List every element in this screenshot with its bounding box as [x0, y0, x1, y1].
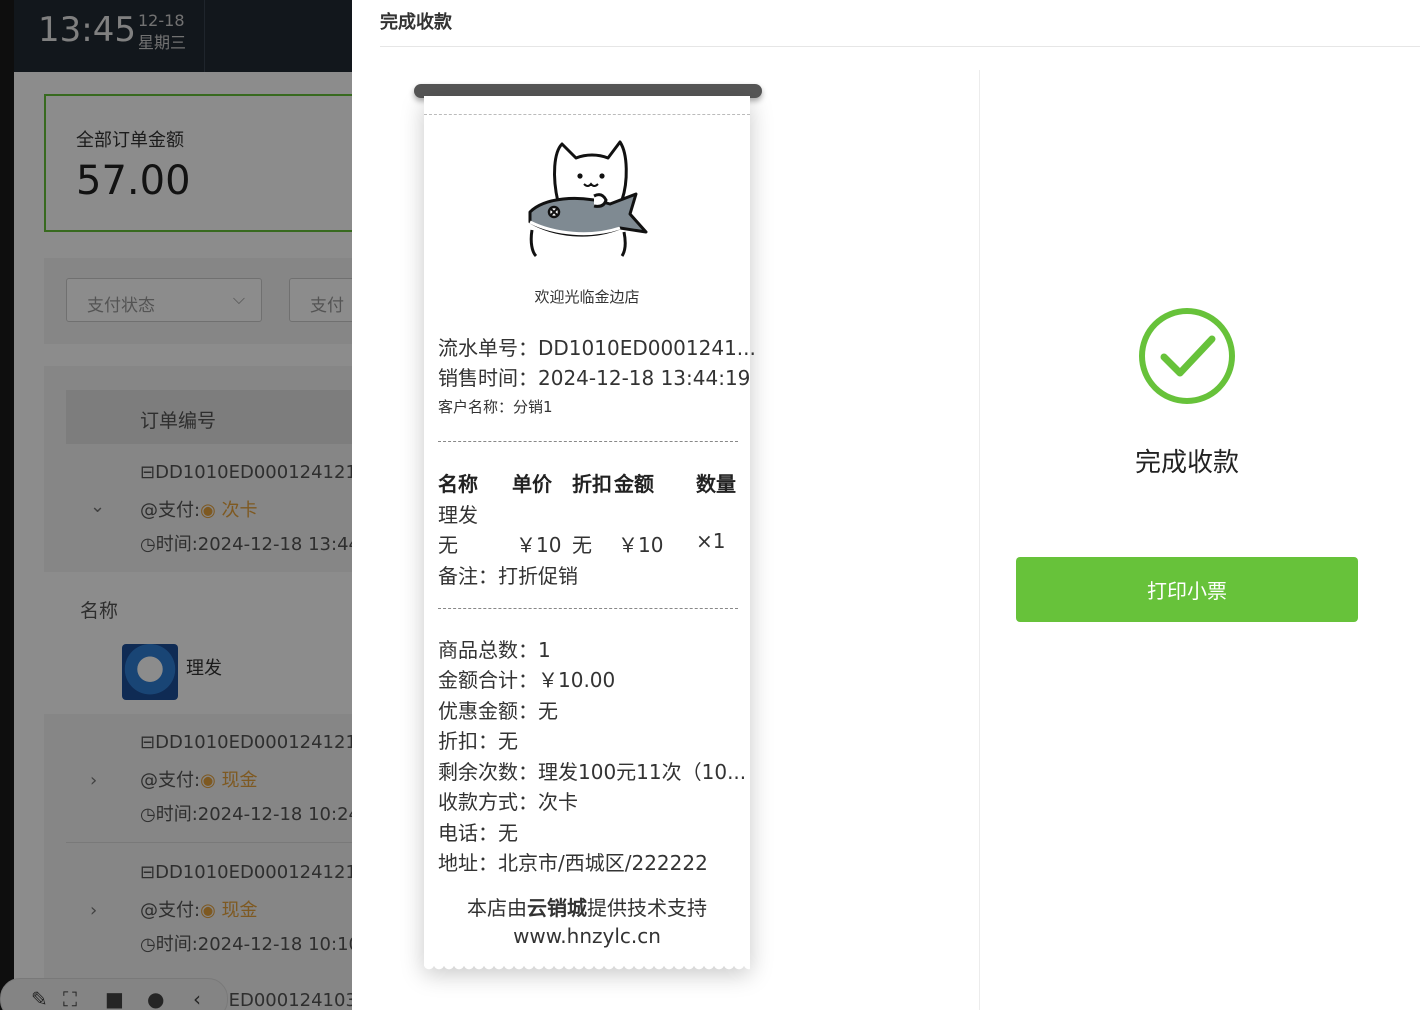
- col-qty-header: 数量: [696, 472, 736, 496]
- summary-discount-amount: 优惠金额：无: [438, 699, 558, 723]
- footer-suffix: 提供技术支持: [587, 896, 707, 920]
- receipt-welcome: 欢迎光临金边店: [534, 288, 640, 306]
- title-divider: [380, 46, 1420, 47]
- item-spec: 无: [438, 533, 458, 557]
- receipt-tear-edge: [424, 964, 750, 974]
- status-text: 完成收款: [1134, 448, 1239, 478]
- col-discount-header: 折扣: [572, 472, 612, 496]
- summary-remaining-times: 剩余次数：理发100元11次（10...: [438, 760, 747, 784]
- background-app: 13:45 12-18 星期三 全部订单金额 57.00 支付状态 ⌵ 支付 订…: [0, 0, 352, 1010]
- item-discount: 无: [572, 533, 592, 557]
- receipt-footer-support: 本店由云销城提供技术支持: [424, 892, 750, 921]
- item-qty: ×1: [696, 529, 726, 553]
- column-divider: [979, 70, 980, 1010]
- cat-with-fish-logo: [528, 140, 648, 258]
- summary-total-amount: 金额合计：￥10.00: [438, 668, 616, 692]
- item-amount: ￥10: [618, 533, 664, 557]
- summary-total-count: 商品总数：1: [438, 638, 551, 662]
- item-price: ￥10: [516, 533, 562, 557]
- summary-discount: 折扣：无: [438, 729, 518, 753]
- receipt-serial: 流水单号：DD1010ED0001241...: [438, 336, 756, 360]
- check-circle-icon: [1139, 308, 1235, 404]
- receipt-preview: 欢迎光临金边店 流水单号：DD1010ED0001241... 销售时间：202…: [424, 96, 756, 974]
- item-remark: 备注：打折促销: [438, 564, 578, 588]
- receipt-footer-url: www.hnzylc.cn: [513, 924, 661, 948]
- receipt-divider: [438, 441, 738, 442]
- item-name: 理发: [438, 503, 478, 527]
- print-receipt-button[interactable]: 打印小票: [1016, 557, 1358, 622]
- col-amount-header: 金额: [614, 472, 654, 496]
- summary-phone: 电话：无: [438, 821, 518, 845]
- summary-address: 地址：北京市/西城区/222222: [438, 851, 708, 875]
- col-price-header: 单价: [512, 472, 552, 496]
- dialog-title: 完成收款: [380, 12, 452, 33]
- payment-complete-dialog: 完成收款 欢迎光临金边店 流水单号：DD1010ED0001241... 销售时…: [352, 0, 1420, 1010]
- receipt-divider: [438, 608, 738, 609]
- modal-overlay[interactable]: [0, 0, 352, 1010]
- receipt-top-border: [424, 114, 750, 115]
- col-name-header: 名称: [438, 472, 478, 496]
- receipt-sale-time: 销售时间：2024-12-18 13:44:19: [438, 366, 751, 390]
- summary-payment-method: 收款方式：次卡: [438, 790, 578, 814]
- footer-prefix: 本店由: [467, 896, 527, 920]
- footer-brand: 云销城: [527, 896, 587, 920]
- receipt-customer: 客户名称：分销1: [438, 398, 553, 416]
